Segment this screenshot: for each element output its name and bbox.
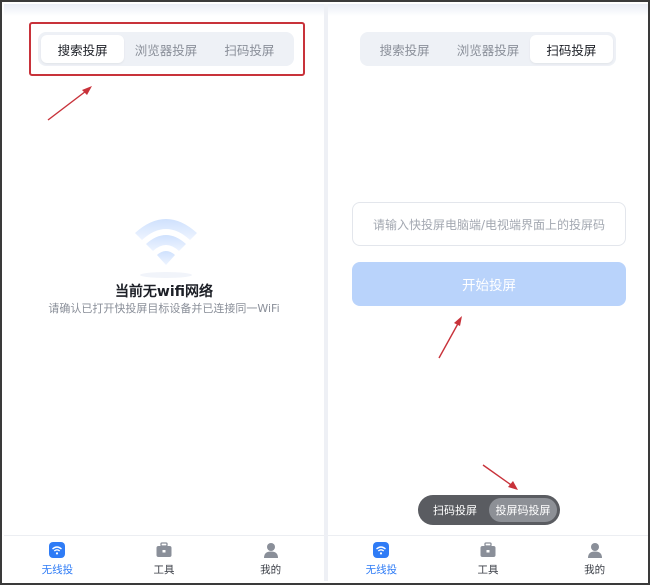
profile-icon: [263, 542, 278, 558]
tabbar-item-profile[interactable]: 我的: [541, 536, 648, 581]
no-wifi-subtitle: 请确认已打开快投屏目标设备并已连接同一WiFi: [48, 302, 280, 315]
cast-mode-tabs: 搜索投屏 浏览器投屏 扫码投屏: [360, 32, 616, 66]
annotation-arrow-icon: [482, 464, 518, 490]
option-scan-cast[interactable]: 扫码投屏: [421, 498, 489, 522]
wifi-cast-icon: [373, 541, 390, 558]
toolbox-icon: [156, 541, 172, 557]
tabbar-item-wireless[interactable]: 无线投: [4, 536, 111, 581]
tabbar-item-profile[interactable]: 我的: [217, 536, 324, 581]
cast-code-input[interactable]: 请输入快投屏电脑端/电视端界面上的投屏码: [352, 202, 626, 246]
cast-method-switch: 扫码投屏 投屏码投屏: [418, 495, 560, 525]
annotation-highlight-box: [29, 22, 305, 76]
bottom-tabbar: 无线投 工具 我的: [4, 535, 324, 581]
tabbar-label: 无线投: [365, 563, 398, 576]
annotation-arrow-icon: [47, 86, 92, 121]
option-code-cast[interactable]: 投屏码投屏: [489, 498, 557, 522]
start-cast-button[interactable]: 开始投屏: [352, 262, 626, 306]
status-bar-fade: [4, 4, 324, 16]
no-wifi-title: 当前无wifi网络: [114, 284, 214, 300]
left-panel: 搜索投屏 浏览器投屏 扫码投屏 当前无wifi网络 请确认已打开快投屏目标设备并…: [4, 4, 324, 581]
status-bar-fade: [328, 4, 648, 16]
tab-search-cast[interactable]: 搜索投屏: [363, 35, 446, 63]
tab-browser-cast[interactable]: 浏览器投屏: [446, 35, 529, 63]
tabbar-label: 工具: [477, 563, 499, 576]
tabbar-label: 我的: [584, 563, 606, 576]
profile-icon: [587, 542, 602, 558]
bottom-tabbar: 无线投 工具 我的: [328, 535, 648, 581]
no-wifi-icon: [135, 219, 197, 278]
tab-scan-cast[interactable]: 扫码投屏: [529, 35, 613, 63]
right-panel: 搜索投屏 浏览器投屏 扫码投屏 请输入快投屏电脑端/电视端界面上的投屏码 开始投…: [328, 4, 648, 581]
screenshot-frame: 搜索投屏 浏览器投屏 扫码投屏 当前无wifi网络 请确认已打开快投屏目标设备并…: [0, 0, 650, 585]
tabbar-label: 工具: [153, 563, 175, 576]
tabbar-item-wireless[interactable]: 无线投: [328, 536, 435, 581]
wifi-cast-icon: [49, 541, 66, 558]
toolbox-icon: [480, 541, 496, 557]
tabbar-item-tools[interactable]: 工具: [111, 536, 218, 581]
tabbar-label: 无线投: [41, 563, 74, 576]
tabbar-label: 我的: [260, 563, 282, 576]
tabbar-item-tools[interactable]: 工具: [435, 536, 542, 581]
annotation-arrow-icon: [438, 316, 462, 359]
